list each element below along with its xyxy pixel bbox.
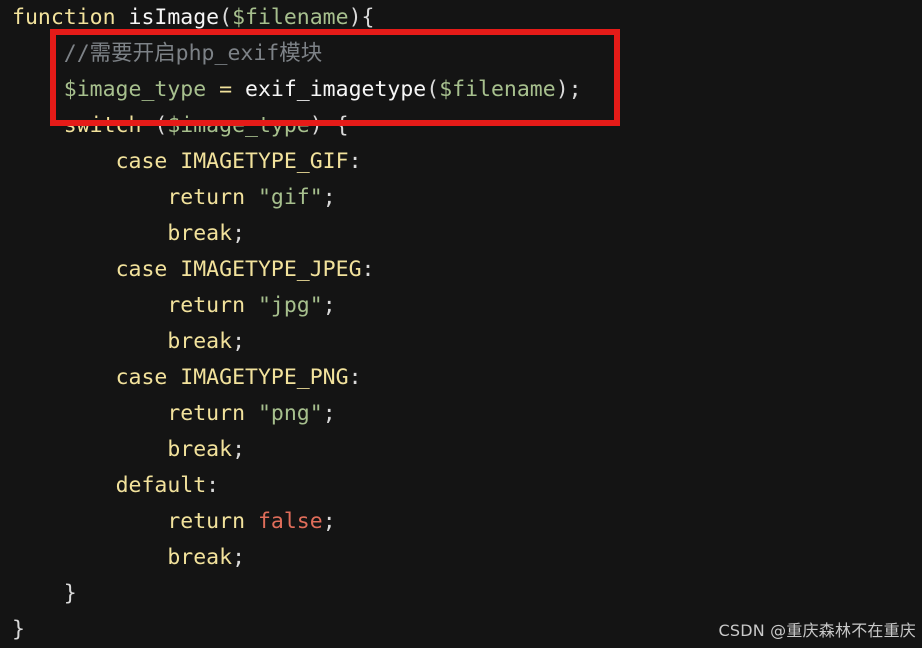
- code-token: :: [348, 365, 362, 390]
- code-token: (: [219, 5, 233, 30]
- code-token: }: [63, 581, 77, 606]
- code-token: case: [115, 149, 168, 174]
- code-token: ;: [232, 437, 246, 462]
- code-token: }: [12, 617, 25, 642]
- code-token: return: [167, 509, 246, 534]
- code-line: case IMAGETYPE_JPEG:: [12, 252, 582, 288]
- code-line: break;: [12, 324, 582, 360]
- code-token: return: [167, 401, 246, 426]
- code-token: false: [257, 509, 323, 534]
- code-line: return false;: [12, 504, 582, 540]
- code-token: ;: [322, 509, 336, 534]
- code-token: break: [167, 221, 233, 246]
- code-token: case: [115, 365, 168, 390]
- code-line: break;: [12, 432, 582, 468]
- code-token: "jpg": [257, 293, 323, 318]
- code-token: :: [361, 257, 375, 282]
- code-token: case: [115, 257, 168, 282]
- code-token: function: [12, 5, 116, 30]
- code-token: ;: [322, 185, 336, 210]
- code-token: isImage: [128, 5, 220, 30]
- code-token: :: [206, 473, 220, 498]
- code-token: ;: [232, 221, 246, 246]
- code-token: ;: [232, 545, 246, 570]
- code-token: $filename: [232, 5, 349, 30]
- code-line: break;: [12, 540, 582, 576]
- code-token: "gif": [257, 185, 323, 210]
- code-line: case IMAGETYPE_PNG:: [12, 360, 582, 396]
- code-line: return "gif";: [12, 180, 582, 216]
- code-token: return: [167, 293, 246, 318]
- code-token: ;: [232, 329, 246, 354]
- highlight-box: [50, 29, 620, 126]
- code-token: :: [348, 149, 362, 174]
- code-token: return: [167, 185, 246, 210]
- code-token: IMAGETYPE_JPEG: [180, 257, 362, 282]
- code-line: }: [12, 576, 582, 612]
- code-token: IMAGETYPE_GIF: [180, 149, 349, 174]
- code-token: "png": [257, 401, 323, 426]
- code-line: return "jpg";: [12, 288, 582, 324]
- code-line: return "png";: [12, 396, 582, 432]
- code-line: break;: [12, 216, 582, 252]
- code-token: break: [167, 329, 233, 354]
- code-token: break: [167, 545, 233, 570]
- code-line: case IMAGETYPE_GIF:: [12, 144, 582, 180]
- code-line: }: [12, 612, 582, 648]
- code-token: IMAGETYPE_PNG: [180, 365, 349, 390]
- code-token: ;: [322, 401, 336, 426]
- code-line: default:: [12, 468, 582, 504]
- code-token: default: [115, 473, 207, 498]
- code-token: break: [167, 437, 233, 462]
- code-token: ;: [322, 293, 336, 318]
- watermark: CSDN @重庆森林不在重庆: [718, 621, 916, 640]
- code-token: ){: [348, 5, 375, 30]
- code-view: function isImage($filename){ //需要开启php_e…: [0, 0, 922, 646]
